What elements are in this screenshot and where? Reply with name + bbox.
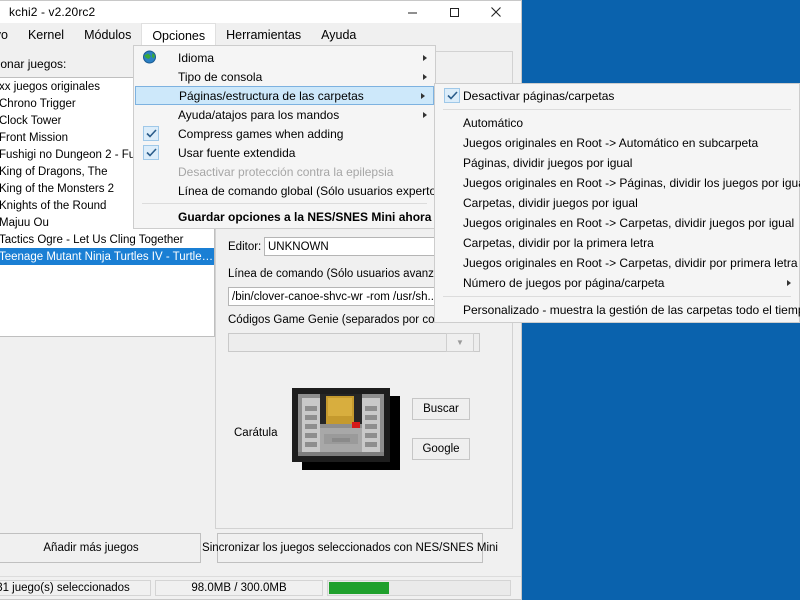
menu-item-label: Juegos originales en Root -> Carpetas, d… [463, 216, 795, 230]
menu-kernel[interactable]: Kernel [18, 23, 74, 47]
menu-item[interactable]: Páginas/estructura de las carpetas [135, 86, 434, 105]
menu-separator [142, 203, 427, 204]
google-cover-button[interactable]: Google [412, 438, 470, 460]
command-line-label: Línea de comando (Sólo usuarios avanz [228, 268, 434, 280]
chevron-right-icon [423, 111, 427, 118]
menu-item-label: Idioma [178, 50, 215, 65]
menu-item[interactable]: Desactivar páginas/carpetas [435, 86, 799, 106]
menu-item[interactable]: Juegos originales en Root -> Automático … [435, 133, 799, 153]
menu-item-label: Juegos originales en Root -> Páginas, di… [463, 176, 800, 190]
menu-item[interactable]: Guardar opciones a la NES/SNES Mini ahor… [134, 207, 435, 226]
menu-item-label: Desactivar protección contra la epilepsi… [178, 164, 394, 179]
minimize-icon [407, 7, 418, 18]
game-list-item-label: Teenage Mutant Ninja Turtles IV - Turtle… [0, 250, 214, 263]
maximize-icon [449, 7, 460, 18]
game-list-item-label: Clock Tower [0, 114, 62, 127]
game-list-item-label: Front Mission [0, 131, 69, 144]
menu-item[interactable]: Carpetas, dividir por la primera letra [435, 233, 799, 253]
game-list-item-label: Tactics Ogre - Let Us Cling Together [0, 233, 184, 246]
folders-structure-submenu: Desactivar páginas/carpetas Automático Jue… [434, 83, 800, 323]
menu-item: Desactivar protección contra la epilepsi… [134, 162, 435, 181]
check-icon [143, 145, 159, 160]
menu-item[interactable]: Idioma [134, 48, 435, 67]
storage-progress-bar [327, 580, 511, 596]
menu-item[interactable]: Automático [435, 113, 799, 133]
minimize-button[interactable] [391, 1, 433, 23]
menu-item-label: Desactivar páginas/carpetas [463, 89, 615, 103]
menu-item[interactable]: Número de juegos por página/carpeta [435, 273, 799, 293]
size-status: 98.0MB / 300.0MB [155, 580, 323, 596]
menu-item[interactable]: Páginas, dividir juegos por igual [435, 153, 799, 173]
check-icon [143, 126, 159, 141]
opciones-dropdown-menu: Idioma Tipo de consola Páginas/estructura … [133, 45, 446, 229]
browse-cover-button[interactable]: Buscar [412, 398, 470, 420]
menu-item[interactable]: Juegos originales en Root -> Carpetas, d… [435, 253, 799, 273]
menu-item[interactable]: Personalizado - muestra la gestión de la… [435, 300, 800, 320]
game-list-item[interactable]: Tactics Ogre - Let Us Cling Together [0, 231, 214, 248]
chevron-down-icon[interactable]: ▼ [446, 333, 474, 352]
menu-item-label: Tipo de consola [178, 69, 263, 84]
chevron-right-icon [423, 54, 427, 61]
check-icon [444, 88, 460, 103]
menu-modulos[interactable]: Módulos [74, 23, 141, 47]
game-list-item-label: King of Dragons, The [0, 165, 108, 178]
game-genie-label: Códigos Game Genie (separados por com [228, 314, 445, 326]
menu-item-label: Línea de comando global (Sólo usuarios e… [178, 183, 447, 198]
selected-count-status: 31 juego(s) seleccionados [0, 580, 151, 596]
game-list-item-label: Knights of the Round [0, 199, 107, 212]
window-title: kchi2 - v2.20rc2 [9, 5, 96, 19]
menu-item-label: Carpetas, dividir juegos por igual [463, 196, 638, 210]
cover-art-image[interactable] [292, 388, 404, 470]
menu-item[interactable]: Carpetas, dividir juegos por igual [435, 193, 799, 213]
menu-item[interactable]: Compress games when adding [134, 124, 435, 143]
menu-item-label: Juegos originales en Root -> Carpetas, d… [463, 256, 798, 270]
game-list-item[interactable]: Teenage Mutant Ninja Turtles IV - Turtle… [0, 248, 214, 265]
sync-games-button[interactable]: Sincronizar los juegos seleccionados con… [202, 533, 498, 563]
title-bar: kchi2 - v2.20rc2 [0, 1, 521, 23]
menu-item[interactable]: Ayuda/atajos para los mandos [134, 105, 435, 124]
menu-item-label: Número de juegos por página/carpeta [463, 276, 665, 290]
menu-item-label: Usar fuente extendida [178, 145, 296, 160]
menu-item[interactable]: Usar fuente extendida [134, 143, 435, 162]
menu-item-label: Guardar opciones a la NES/SNES Mini ahor… [178, 209, 432, 224]
editor-label: Editor: [228, 241, 262, 253]
menu-herramientas[interactable]: Herramientas [216, 23, 311, 47]
game-list-item-label: Chrono Trigger [0, 97, 76, 110]
menu-item-label: Compress games when adding [178, 126, 344, 141]
menu-item[interactable]: Juegos originales en Root -> Carpetas, d… [435, 213, 799, 233]
games-list-label: eccionar juegos: [0, 57, 67, 71]
menu-item-label: Ayuda/atajos para los mandos [178, 107, 340, 122]
maximize-button[interactable] [433, 1, 475, 23]
menu-item-label: Automático [463, 116, 524, 130]
menu-item-label: Carpetas, dividir por la primera letra [463, 236, 654, 250]
storage-progress-fill [329, 582, 390, 594]
chevron-right-icon [421, 92, 425, 99]
game-list-item-label: King of the Monsters 2 [0, 182, 115, 195]
add-more-games-button[interactable]: Añadir más juegos [0, 533, 201, 563]
globe-icon [142, 50, 158, 65]
menu-ayuda[interactable]: Ayuda [311, 23, 366, 47]
close-icon [490, 6, 502, 18]
menu-item-label: Juegos originales en Root -> Automático … [463, 136, 759, 150]
status-bar: 31 juego(s) seleccionados 98.0MB / 300.0… [0, 576, 521, 599]
menu-item-label: Páginas, dividir juegos por igual [463, 156, 633, 170]
menu-item[interactable]: Juegos originales en Root -> Páginas, di… [435, 173, 800, 193]
game-list-item-label: Fushigi no Dungeon 2 - Fuurai [0, 148, 155, 161]
chevron-right-icon [423, 73, 427, 80]
game-genie-field[interactable] [228, 333, 480, 352]
game-list-item-label: Majuu Ou [0, 216, 49, 229]
menu-item-label: Páginas/estructura de las carpetas [179, 88, 364, 103]
game-list-item-label: xx juegos originales [0, 80, 101, 93]
chevron-right-icon [787, 280, 791, 286]
menu-separator [443, 109, 791, 110]
close-button[interactable] [475, 1, 517, 23]
menu-archivo[interactable]: hivo [0, 23, 18, 47]
menu-item[interactable]: Tipo de consola [134, 67, 435, 86]
menu-item-label: Personalizado - muestra la gestión de la… [463, 303, 800, 317]
cover-art-label: Carátula [234, 427, 278, 439]
menu-separator [443, 296, 791, 297]
menu-item[interactable]: Línea de comando global (Sólo usuarios e… [134, 181, 446, 200]
